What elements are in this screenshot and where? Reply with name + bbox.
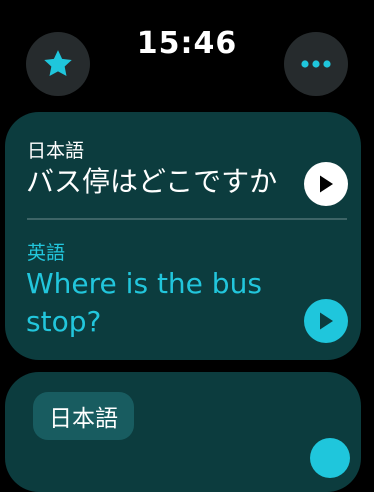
play-icon [320, 175, 333, 193]
card-divider [27, 218, 347, 220]
play-source-button[interactable] [304, 162, 348, 206]
play-target-button[interactable] [304, 299, 348, 343]
ellipsis-icon [301, 60, 331, 68]
more-options-button[interactable] [284, 32, 348, 96]
next-translation-card[interactable]: 日本語 [5, 372, 361, 492]
play-icon [320, 312, 333, 330]
translation-card: 日本語 バス停はどこですか 英語 Where is the bus stop? [5, 112, 361, 360]
source-phrase: バス停はどこですか [26, 165, 278, 198]
play-button-partial[interactable] [310, 438, 350, 478]
language-chip[interactable]: 日本語 [33, 392, 134, 440]
target-phrase: Where is the bus stop? [26, 267, 262, 338]
target-language-label: 英語 [27, 242, 66, 264]
source-language-label: 日本語 [27, 140, 85, 162]
